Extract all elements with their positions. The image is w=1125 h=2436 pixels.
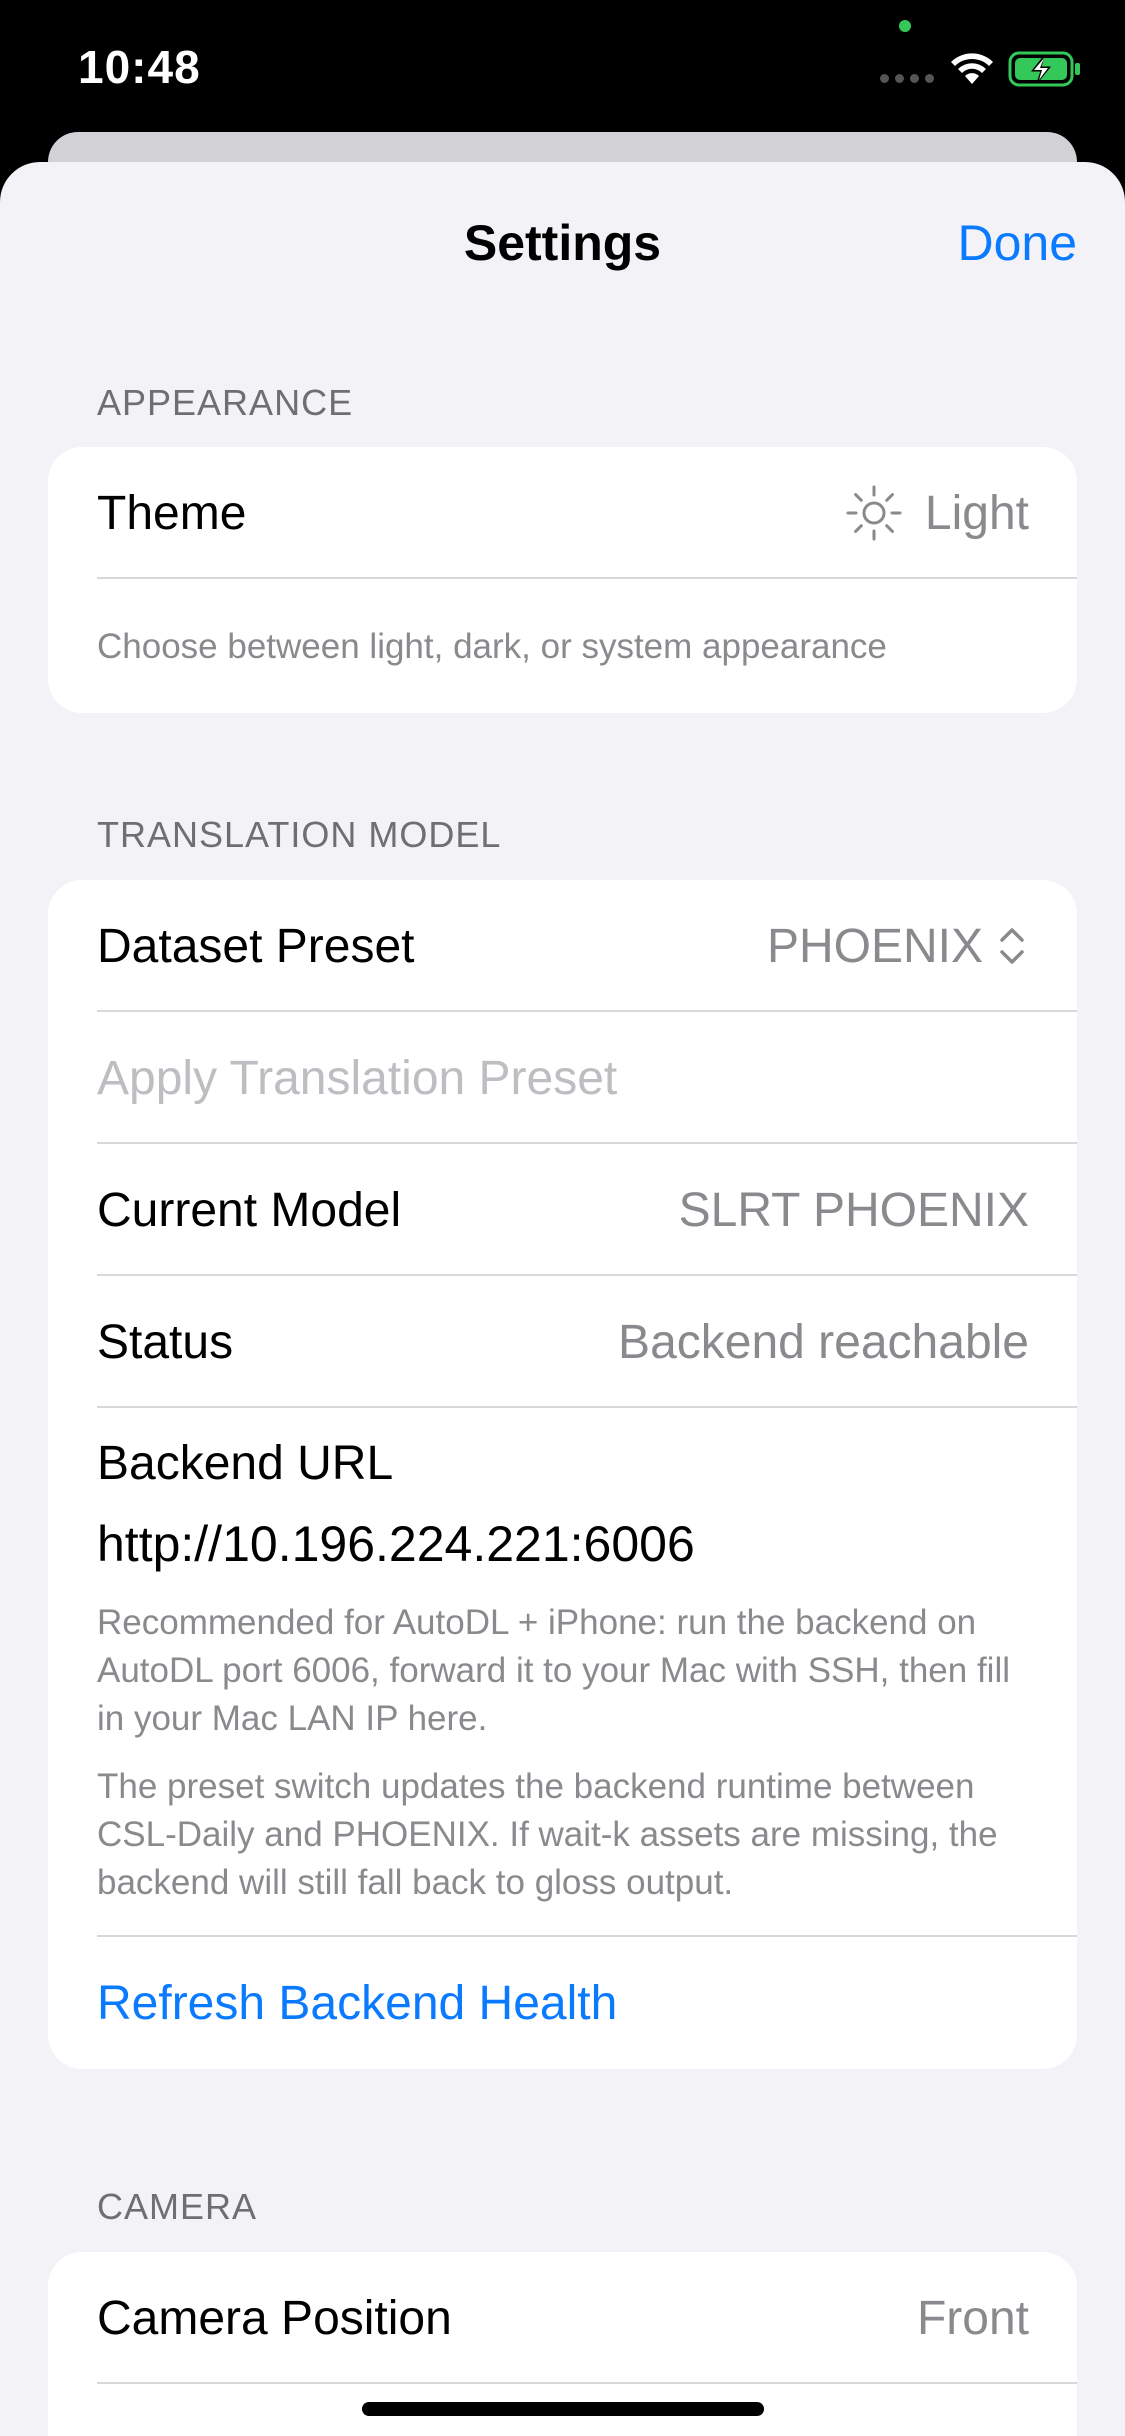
sun-icon xyxy=(846,485,902,541)
status-value: Backend reachable xyxy=(618,1315,1029,1369)
battery-charging-icon xyxy=(1008,51,1080,87)
chevron-up-down-icon xyxy=(1000,928,1024,964)
theme-value-group: Light xyxy=(845,484,1029,542)
translation-model-card: Dataset Preset PHOENIX Apply Translation… xyxy=(48,880,1077,2069)
theme-value: Light xyxy=(924,486,1029,540)
backend-url-field[interactable]: http://10.196.224.221:6006 xyxy=(97,1515,1029,1573)
section-header-appearance: APPEARANCE xyxy=(97,382,354,423)
status-time: 10:48 xyxy=(78,41,201,93)
done-button[interactable]: Done xyxy=(957,214,1077,272)
dataset-preset-picker[interactable]: PHOENIX xyxy=(767,919,1029,974)
backend-url-block: Backend URL http://10.196.224.221:6006 R… xyxy=(48,1408,1077,1937)
current-model-value: SLRT PHOENIX xyxy=(678,1183,1029,1237)
camera-position-row[interactable]: Camera Position Front xyxy=(48,2252,1077,2384)
backend-url-label: Backend URL xyxy=(97,1437,394,1490)
current-model-row: Current Model SLRT PHOENIX xyxy=(48,1144,1077,1276)
refresh-backend-health-button[interactable]: Refresh Backend Health xyxy=(97,1976,617,2031)
settings-sheet: Settings Done APPEARANCE Theme Light Cho… xyxy=(0,162,1125,2436)
apply-translation-preset-button[interactable]: Apply Translation Preset xyxy=(97,1051,617,1106)
dataset-preset-value: PHOENIX xyxy=(766,919,983,973)
cellular-signal-icon xyxy=(880,74,934,84)
appearance-footnote-wrap: Choose between light, dark, or system ap… xyxy=(48,579,1077,713)
dataset-preset-row[interactable]: Dataset Preset PHOENIX xyxy=(48,880,1077,1012)
current-model-label: Current Model xyxy=(97,1183,402,1237)
home-indicator[interactable] xyxy=(362,2402,764,2416)
page-title: Settings xyxy=(463,215,662,271)
status-label: Status xyxy=(97,1315,234,1369)
backend-url-note-preset: The preset switch updates the backend ru… xyxy=(97,1767,998,1902)
appearance-card: Theme Light Choose between light, dark, … xyxy=(48,447,1077,713)
refresh-backend-health-row[interactable]: Refresh Backend Health xyxy=(48,1937,1077,2069)
camera-position-value: Front xyxy=(916,2291,1029,2345)
backend-url-note-autodl: Recommended for AutoDL + iPhone: run the… xyxy=(97,1603,1011,1738)
section-header-camera: CAMERA xyxy=(97,2186,258,2227)
status-bar: 10:48 xyxy=(0,0,1125,150)
camera-in-use-indicator xyxy=(899,20,911,32)
appearance-footnote: Choose between light, dark, or system ap… xyxy=(97,627,887,666)
dataset-preset-label: Dataset Preset xyxy=(97,919,415,973)
wifi-icon xyxy=(951,53,993,84)
section-header-translation-model: TRANSLATION MODEL xyxy=(97,814,502,855)
theme-row[interactable]: Theme Light xyxy=(48,447,1077,579)
status-row: Status Backend reachable xyxy=(48,1276,1077,1408)
camera-position-label: Camera Position xyxy=(97,2291,452,2345)
apply-preset-row[interactable]: Apply Translation Preset xyxy=(48,1012,1077,1144)
theme-label: Theme xyxy=(97,486,247,540)
